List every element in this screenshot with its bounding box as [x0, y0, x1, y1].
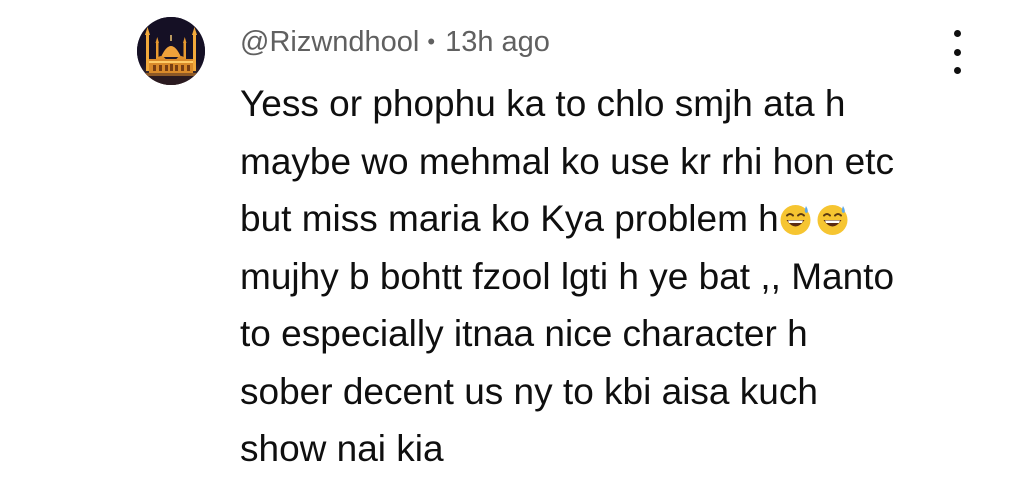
comment-line-with-emoji: but miss maria ko Kya problem h — [240, 190, 940, 248]
comment-line: Yess or phophu ka to chlo smjh ata h — [240, 83, 846, 124]
comment-meta: @Rizwndhool • 13h ago — [240, 22, 550, 62]
more-vert-icon[interactable] — [940, 30, 974, 74]
meta-separator: • — [427, 29, 436, 54]
more-dot — [953, 67, 961, 74]
timestamp: 13h ago — [445, 25, 550, 58]
grinning-face-with-sweat-icon — [779, 195, 812, 235]
comment-line: sober decent us ny to kbi aisa kuch — [240, 370, 818, 412]
avatar[interactable] — [137, 17, 205, 85]
comment-line: show nai kia — [240, 428, 444, 469]
more-dot — [953, 30, 961, 37]
comment-line: maybe wo mehmal ko use kr rhi hon etc — [240, 140, 894, 182]
comment-line: mujhy b bohtt fzool lgti h ye bat ,, Man… — [240, 255, 895, 297]
author-handle[interactable]: @Rizwndhool — [240, 26, 419, 59]
comment-text: Yess or phophu ka to chlo smjh ata h may… — [240, 75, 940, 478]
grinning-face-with-sweat-icon — [816, 195, 849, 235]
comment-item: @Rizwndhool • 13h ago Yess or phophu ka … — [0, 0, 1024, 497]
comment-line: to especially itnaa nice character h — [240, 313, 808, 354]
more-dot — [953, 48, 961, 56]
mosque-night-avatar-icon — [137, 17, 205, 85]
comment-line-text: but miss maria ko Kya problem h — [240, 198, 779, 239]
